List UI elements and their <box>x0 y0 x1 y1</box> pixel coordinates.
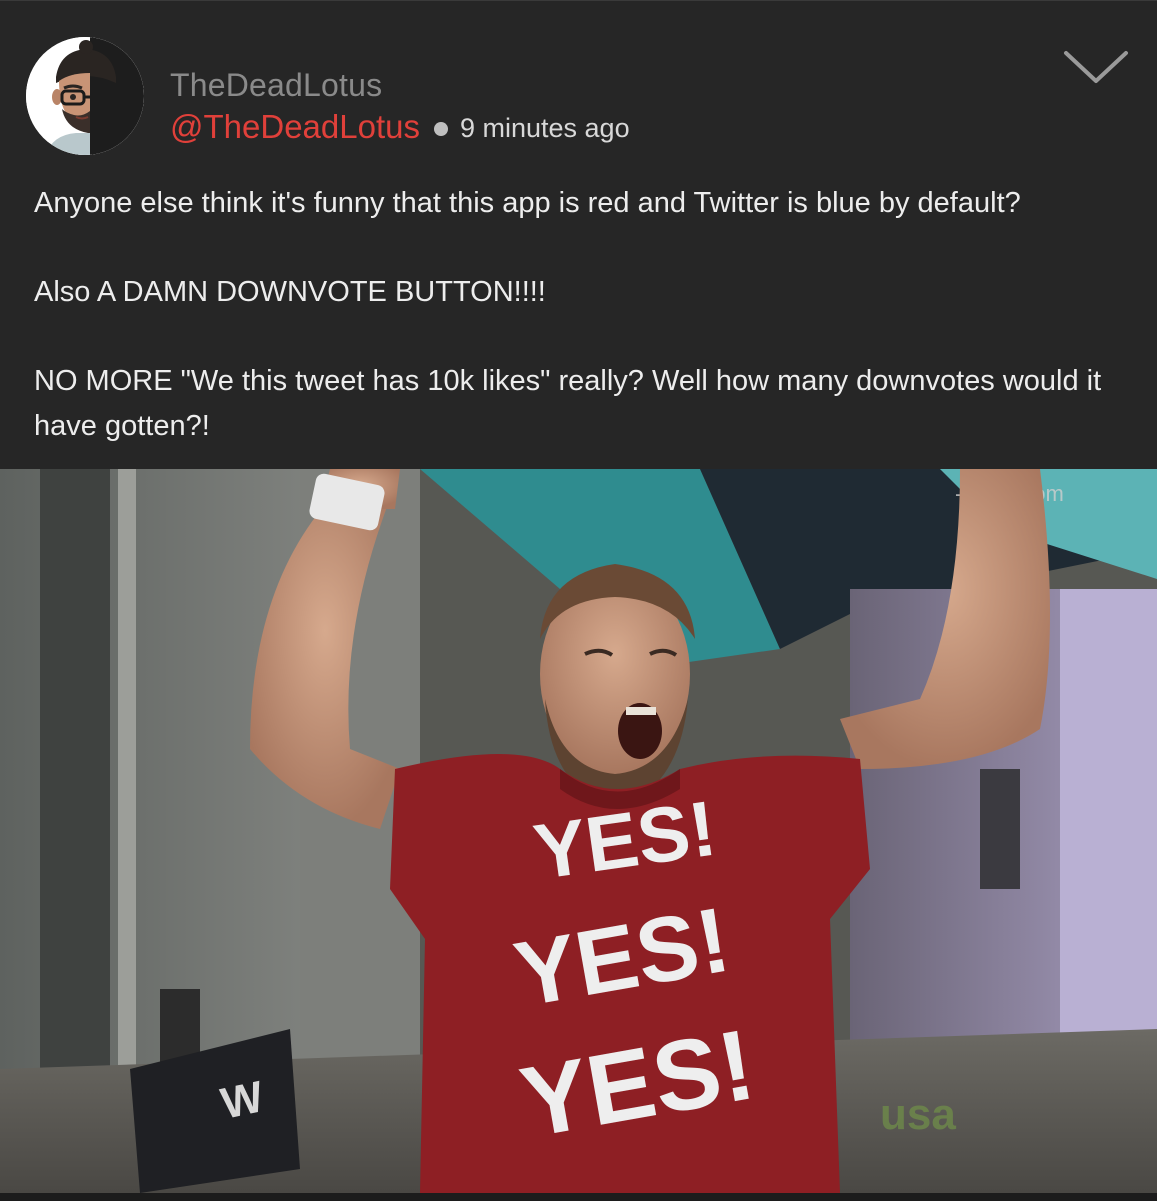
gif-frame: W usa -finder.com <box>0 469 1157 1193</box>
post-meta: @TheDeadLotus 9 minutes ago <box>170 107 630 147</box>
separator-dot <box>433 122 448 136</box>
network-logo: usa <box>880 1090 956 1139</box>
post-paragraph: NO MORE "We this tweet has 10k likes" re… <box>34 365 1102 442</box>
display-name[interactable]: TheDeadLotus <box>170 67 382 104</box>
avatar[interactable] <box>26 37 144 155</box>
chevron-down-icon[interactable] <box>1062 47 1130 87</box>
post-paragraph: Also A DAMN DOWNVOTE BUTTON!!!! <box>34 276 546 308</box>
post-body: Anyone else think it's funny that this a… <box>34 181 1134 449</box>
post-timestamp: 9 minutes ago <box>459 113 630 143</box>
post-card: TheDeadLotus @TheDeadLotus 9 minutes ago… <box>0 0 1157 1201</box>
post-paragraph: Anyone else think it's funny that this a… <box>34 187 1021 219</box>
user-handle[interactable]: @TheDeadLotus <box>170 108 420 146</box>
avatar-image <box>26 37 144 155</box>
post-media-gif[interactable]: W usa -finder.com <box>0 469 1157 1193</box>
